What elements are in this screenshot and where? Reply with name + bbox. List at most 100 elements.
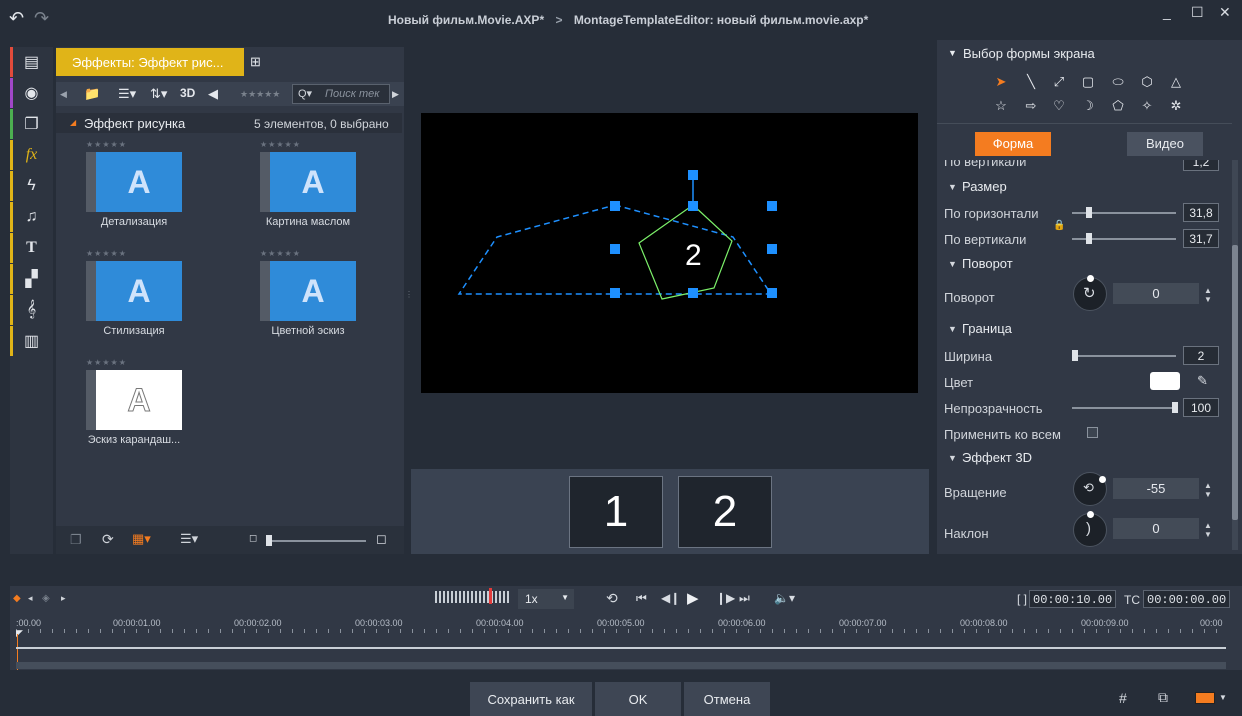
size-horizontal-value[interactable]: 31,8 xyxy=(1183,203,1219,222)
filmstrip-frame[interactable]: 2 xyxy=(678,476,772,548)
preview-canvas[interactable]: 2 xyxy=(421,113,918,393)
section-arrow-icon[interactable]: ▼ xyxy=(948,259,957,269)
add-keyframe-icon[interactable]: ◆ xyxy=(13,593,21,604)
toolbar-3d-filter[interactable]: 3D xyxy=(180,86,195,100)
resize-handle[interactable] xyxy=(767,288,777,298)
sidebar-item-audio[interactable]: ♫ xyxy=(10,202,53,232)
ellipse-shape-icon[interactable]: ⬭ xyxy=(1108,74,1128,90)
undo-icon[interactable]: ↶ xyxy=(9,8,24,29)
tilt-spinner[interactable]: ▲ ▼ xyxy=(1204,521,1212,539)
moon-shape-icon[interactable]: ☽ xyxy=(1078,98,1098,114)
sort-icon[interactable]: ⇅▾ xyxy=(150,86,167,102)
ok-button[interactable]: OK xyxy=(595,682,681,716)
monitor-output-icon[interactable] xyxy=(1195,692,1215,704)
sidebar-item-projects[interactable]: ◉ xyxy=(10,78,53,108)
sidebar-item-effects[interactable]: fx xyxy=(10,140,53,170)
add-tab-icon[interactable]: ⊞ xyxy=(250,54,261,70)
duration-field[interactable]: 00:00:10.00 xyxy=(1029,590,1117,608)
triangle-shape-icon[interactable]: △ xyxy=(1166,74,1186,90)
external-preview-icon[interactable]: ⧉ xyxy=(1158,689,1168,706)
size-horizontal-slider[interactable] xyxy=(1072,207,1176,218)
border-width-value[interactable]: 2 xyxy=(1183,346,1219,365)
size-vertical-value[interactable]: 31,7 xyxy=(1183,229,1219,248)
star-shape-icon[interactable]: ☆ xyxy=(991,98,1011,114)
border-width-slider[interactable] xyxy=(1072,350,1176,361)
grid-icon[interactable]: # xyxy=(1119,690,1127,706)
rotate-handle[interactable] xyxy=(688,170,698,180)
rotation-value[interactable]: 0 xyxy=(1113,283,1199,304)
rating-stars[interactable]: ★★★★★ xyxy=(260,249,301,258)
folder-icon[interactable]: 📁 xyxy=(84,86,100,102)
rating-filter[interactable]: ★★★★★ xyxy=(240,89,280,100)
sidebar-item-transitions[interactable]: ❐ xyxy=(10,109,53,139)
rotation-dial[interactable]: ↻ xyxy=(1073,275,1107,311)
lock-icon[interactable]: 🔒 xyxy=(1053,220,1065,231)
timeline-track[interactable] xyxy=(16,647,1226,649)
shuttle-marker[interactable] xyxy=(489,588,492,604)
volume-icon[interactable]: 🔈▾ xyxy=(774,591,795,605)
shuttle-jog[interactable] xyxy=(435,591,511,603)
section-arrow-icon[interactable]: ▼ xyxy=(948,48,957,58)
spin-value[interactable]: -55 xyxy=(1113,478,1199,499)
tab-video[interactable]: Видео xyxy=(1127,132,1203,156)
pointer-icon[interactable]: ➤ xyxy=(991,74,1011,90)
arrow-shape-icon[interactable]: ⇨ xyxy=(1021,98,1041,114)
go-start-icon[interactable]: ⏮ xyxy=(636,591,647,606)
step-back-icon[interactable]: ◀❙ xyxy=(661,591,680,605)
step-forward-icon[interactable]: ❙▶ xyxy=(716,591,735,605)
prev-keyframe-icon[interactable]: ◂ xyxy=(28,593,33,604)
sparkle-shape-icon[interactable]: ✧ xyxy=(1137,98,1157,114)
close-icon[interactable]: ✕ xyxy=(1219,4,1231,21)
hexagon-shape-icon[interactable]: ⬡ xyxy=(1137,74,1157,90)
spin-spinner[interactable]: ▲ ▼ xyxy=(1204,481,1212,499)
copy-icon[interactable]: ❐ xyxy=(70,532,82,548)
filmstrip-frame[interactable]: 1 xyxy=(569,476,663,548)
redo-icon[interactable]: ↷ xyxy=(34,8,49,29)
loop-icon[interactable]: ⟲ xyxy=(606,590,618,607)
burst-shape-icon[interactable]: ✲ xyxy=(1166,98,1186,114)
resize-handle[interactable] xyxy=(767,244,777,254)
scrollbar-thumb[interactable] xyxy=(1232,245,1238,520)
speed-select[interactable]: 1x ▼ xyxy=(518,589,574,609)
list-view-icon[interactable]: ☰▾ xyxy=(118,86,136,102)
sidebar-item-titles[interactable]: T xyxy=(10,233,53,263)
timeline-scroll[interactable] xyxy=(16,662,1226,669)
resize-handle[interactable] xyxy=(767,201,777,211)
section-arrow-icon[interactable]: ▼ xyxy=(948,324,957,334)
splitter-handle[interactable]: ⋮ xyxy=(405,290,413,299)
resize-handle[interactable] xyxy=(610,244,620,254)
small-size-icon[interactable]: ◻ xyxy=(249,533,257,544)
resize-handle[interactable] xyxy=(688,201,698,211)
sidebar-item-music[interactable]: ▥ xyxy=(10,326,53,356)
sidebar-item-menus[interactable]: ▞ xyxy=(10,264,53,294)
rating-stars[interactable]: ★★★★★ xyxy=(86,249,127,258)
refresh-icon[interactable]: ⟳ xyxy=(102,531,114,548)
tab-effects[interactable]: Эффекты: Эффект рис... xyxy=(56,48,244,76)
cancel-button[interactable]: Отмена xyxy=(684,682,770,716)
resize-handle[interactable] xyxy=(610,288,620,298)
scroll-right-icon[interactable]: ▶ xyxy=(392,89,399,100)
resize-handle[interactable] xyxy=(688,288,698,298)
opacity-slider[interactable] xyxy=(1072,402,1178,413)
apply-all-checkbox[interactable] xyxy=(1087,427,1098,438)
rotation-spinner[interactable]: ▲ ▼ xyxy=(1204,286,1212,304)
rating-stars[interactable]: ★★★★★ xyxy=(86,140,127,149)
sidebar-item-sound[interactable]: 𝄞 xyxy=(10,295,53,325)
collapse-triangle-icon[interactable]: ◢ xyxy=(70,118,76,127)
spin-dial[interactable]: ⟲ xyxy=(1073,472,1107,506)
delete-keyframe-icon[interactable]: ◈ xyxy=(42,593,50,604)
connector-shape-icon[interactable]: ⤢ xyxy=(1049,74,1069,90)
rating-stars[interactable]: ★★★★★ xyxy=(86,358,127,367)
timeline-ruler[interactable]: :00.00 00:00:01.00 00:00:02.00 00:00:03.… xyxy=(16,612,1226,634)
line-shape-icon[interactable]: ╲ xyxy=(1021,74,1041,90)
thumbnail-size-slider[interactable] xyxy=(266,535,366,546)
rectangle-shape-icon[interactable]: ▢ xyxy=(1078,74,1098,90)
go-end-icon[interactable]: ⏭ xyxy=(739,591,750,606)
resize-handle[interactable] xyxy=(610,201,620,211)
tab-shape[interactable]: Форма xyxy=(975,132,1051,156)
shape-selection-overlay[interactable]: 2 xyxy=(421,113,918,393)
border-color-swatch[interactable] xyxy=(1150,372,1180,390)
timecode-field[interactable]: 00:00:00.00 xyxy=(1143,590,1231,608)
save-as-button[interactable]: Сохранить как xyxy=(470,682,592,716)
maximize-icon[interactable]: ☐ xyxy=(1191,4,1204,21)
